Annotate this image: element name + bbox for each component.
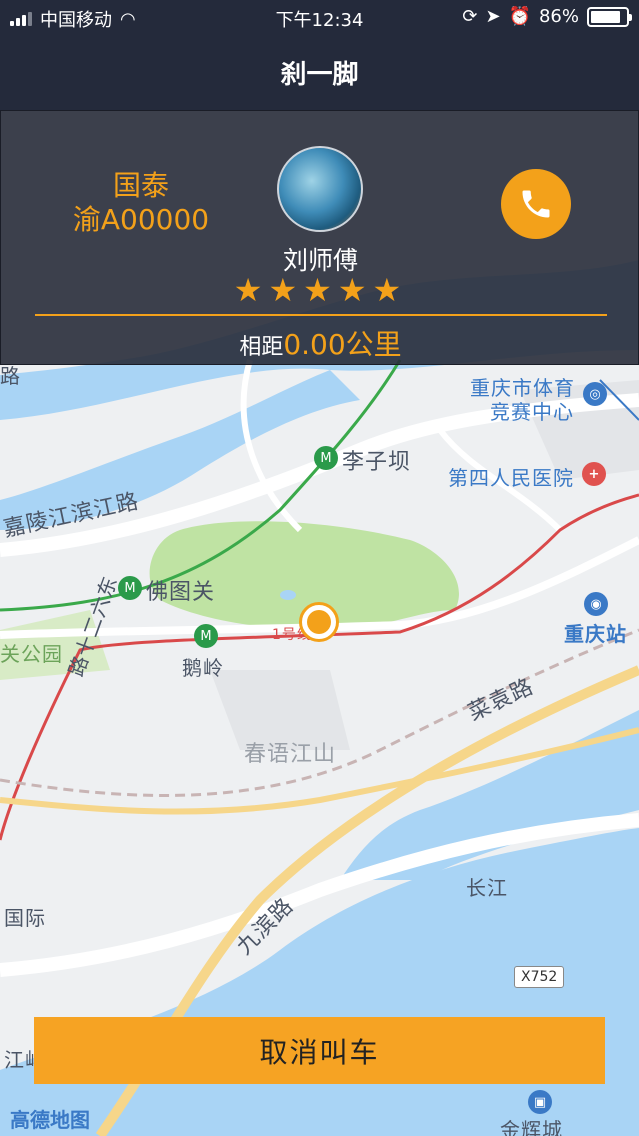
driver-location-marker [299,602,339,642]
battery-icon [587,6,632,27]
driver-avatar [277,146,363,232]
map-label-eling: 鹅岭 [182,656,224,680]
card-divider [35,314,607,316]
amap-logo: 高德地图 [10,1108,90,1132]
map-label-chongqing-station: 重庆站 [564,622,627,646]
hospital-icon: + [582,462,606,486]
metro-icon-eling: M [194,624,218,648]
train-station-icon: ◉ [584,592,608,616]
map-label-chunyu: 春语江山 [244,742,337,767]
driver-info-card: 国泰 渝A00000 刘师傅 ★★★★★ 相距0.00公里 [0,110,639,365]
location-arrow-icon: ➤ [485,6,501,27]
status-bar: 中国移动 ◠ 下午12:34 ⟳ ➤ ⏰ 86% [0,0,639,36]
driver-rating-stars: ★★★★★ [233,271,408,309]
vehicle-plate: 渝A00000 [72,203,210,236]
map-label-liziba: 李子坝 [342,450,412,475]
map-label-hospital: 第四人民医院 [448,466,574,490]
distance-label: 相距 [239,335,284,360]
battery-percent: 86% [538,6,579,27]
top-bar: 中国移动 ◠ 下午12:34 ⟳ ➤ ⏰ 86% 刹一脚 [0,0,639,110]
sports-center-icon: ◎ [583,382,607,406]
vehicle-info: 国泰 渝A00000 [61,169,221,237]
metro-icon-liziba: M [314,446,338,470]
distance-row: 相距0.00公里 [1,323,639,363]
orientation-lock-icon: ⟳ [462,6,478,27]
page-title: 刹一脚 [280,60,359,90]
distance-value: 0.00公里 [283,328,402,361]
road-tag-x752: X752 [514,966,565,988]
map-label-fotuguan: 佛图关 [146,580,216,605]
vehicle-brand: 国泰 [112,169,169,202]
call-driver-button[interactable] [501,169,571,239]
map-label-sports-2: 竞赛中心 [490,400,574,424]
cancel-ride-button[interactable]: 取消叫车 [34,1017,605,1084]
map-label-jinhui: 金辉城 [500,1118,563,1136]
alarm-icon: ⏰ [508,6,531,27]
metro-icon-fotuguan: M [118,576,142,600]
map-label-guan-park: 关公园 [0,642,63,666]
phone-icon [522,190,550,218]
map-label-yangtze: 长江 [466,876,508,900]
mall-icon: ▣ [528,1090,552,1114]
map-label-international: 国际 [4,906,46,930]
